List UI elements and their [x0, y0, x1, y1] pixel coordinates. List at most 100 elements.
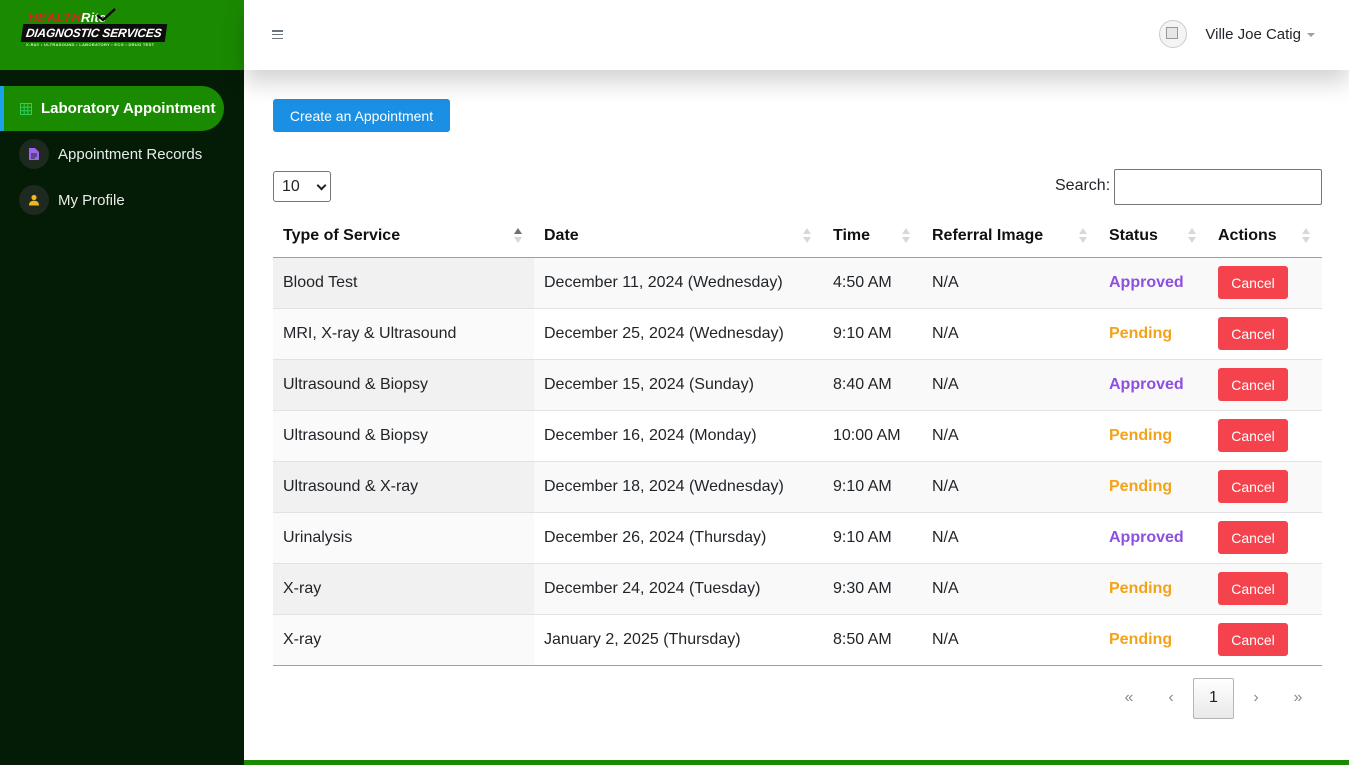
document-icon: [19, 139, 49, 169]
avatar[interactable]: [1159, 20, 1188, 48]
user-menu[interactable]: Ville Joe Catig: [1159, 20, 1315, 48]
cell-time: 10:00 AM: [823, 409, 922, 461]
hamburger-icon[interactable]: [272, 30, 283, 39]
pagination-first-button[interactable]: «: [1108, 677, 1150, 719]
cancel-button[interactable]: Cancel: [1218, 266, 1288, 299]
column-header-label: Status: [1109, 227, 1158, 245]
cancel-button[interactable]: Cancel: [1218, 572, 1288, 605]
sidebar-item-label: My Profile: [58, 191, 125, 209]
column-header-time[interactable]: Time: [823, 216, 922, 258]
cell-actions: Cancel: [1208, 613, 1322, 666]
cell-actions: Cancel: [1208, 562, 1322, 614]
cell-date: December 15, 2024 (Sunday): [534, 358, 823, 410]
sidebar-item-label: Laboratory Appointment: [41, 100, 216, 117]
cancel-button[interactable]: Cancel: [1218, 419, 1288, 452]
search-input[interactable]: [1114, 169, 1322, 205]
pagination-page-1[interactable]: 1: [1193, 677, 1234, 719]
appointments-table: Type of Service Date Time Referral Image…: [273, 216, 1322, 666]
cell-date: January 2, 2025 (Thursday): [534, 613, 823, 666]
user-icon: [19, 185, 49, 215]
cell-status: Pending: [1099, 409, 1208, 461]
table-row: Urinalysis December 26, 2024 (Thursday) …: [273, 511, 1322, 563]
user-name[interactable]: Ville Joe Catig: [1205, 26, 1301, 43]
column-header-label: Date: [544, 227, 579, 245]
table-icon: [18, 94, 34, 124]
cell-status: Approved: [1099, 257, 1208, 308]
cell-status: Pending: [1099, 307, 1208, 359]
brand-header: HEALTHRite DIAGNOSTIC SERVICES X-RAY • U…: [0, 0, 244, 70]
table-row: Ultrasound & Biopsy December 15, 2024 (S…: [273, 358, 1322, 410]
table-row: X-ray December 24, 2024 (Tuesday) 9:30 A…: [273, 562, 1322, 614]
sort-icon: [902, 228, 910, 244]
sidebar: HEALTHRite DIAGNOSTIC SERVICES X-RAY • U…: [0, 0, 244, 765]
cell-status: Approved: [1099, 358, 1208, 410]
table-row: X-ray January 2, 2025 (Thursday) 8:50 AM…: [273, 613, 1322, 666]
cell-referral-image: N/A: [922, 460, 1099, 512]
cell-status: Approved: [1099, 511, 1208, 563]
cell-time: 9:10 AM: [823, 460, 922, 512]
cell-service: Ultrasound & Biopsy: [273, 409, 534, 461]
create-appointment-button[interactable]: Create an Appointment: [273, 99, 450, 132]
sort-ascending-icon: [514, 228, 522, 244]
cell-actions: Cancel: [1208, 307, 1322, 359]
cell-service: Blood Test: [273, 257, 534, 308]
pagination: « ‹ 1 › »: [1108, 677, 1319, 719]
page-length-select[interactable]: 10: [273, 171, 331, 202]
cell-date: December 26, 2024 (Thursday): [534, 511, 823, 563]
cancel-button[interactable]: Cancel: [1218, 317, 1288, 350]
pagination-last-button[interactable]: »: [1277, 677, 1319, 719]
column-header-actions[interactable]: Actions: [1208, 216, 1322, 258]
footer-bar: [244, 760, 1349, 765]
cell-time: 9:10 AM: [823, 511, 922, 563]
cell-time: 4:50 AM: [823, 257, 922, 308]
cell-service: Ultrasound & Biopsy: [273, 358, 534, 410]
column-header-label: Referral Image: [932, 227, 1044, 245]
cancel-button[interactable]: Cancel: [1218, 368, 1288, 401]
sort-icon: [1302, 228, 1310, 244]
cell-actions: Cancel: [1208, 409, 1322, 461]
cell-actions: Cancel: [1208, 257, 1322, 308]
sidebar-item-appointment-records[interactable]: Appointment Records: [0, 131, 244, 177]
sort-icon: [803, 228, 811, 244]
cell-time: 9:30 AM: [823, 562, 922, 614]
sidebar-item-laboratory-appointment[interactable]: Laboratory Appointment: [0, 86, 224, 131]
pagination-next-button[interactable]: ›: [1235, 677, 1277, 719]
cell-actions: Cancel: [1208, 460, 1322, 512]
column-header-label: Type of Service: [283, 227, 401, 245]
cell-service: X-ray: [273, 562, 534, 614]
pagination-prev-button[interactable]: ‹: [1150, 677, 1192, 719]
table-row: Blood Test December 11, 2024 (Wednesday)…: [273, 257, 1322, 308]
column-header-status[interactable]: Status: [1099, 216, 1208, 258]
table-row: Ultrasound & Biopsy December 16, 2024 (M…: [273, 409, 1322, 461]
cell-status: Pending: [1099, 562, 1208, 614]
cell-status: Pending: [1099, 613, 1208, 666]
cancel-button[interactable]: Cancel: [1218, 623, 1288, 656]
column-header-label: Actions: [1218, 227, 1277, 245]
healthrite-logo[interactable]: HEALTHRite DIAGNOSTIC SERVICES X-RAY • U…: [20, 8, 167, 50]
sidebar-item-my-profile[interactable]: My Profile: [0, 177, 244, 223]
column-header-type-of-service[interactable]: Type of Service: [273, 216, 534, 258]
cell-service: MRI, X-ray & Ultrasound: [273, 307, 534, 359]
cell-date: December 16, 2024 (Monday): [534, 409, 823, 461]
chevron-down-icon: [316, 180, 327, 191]
cell-actions: Cancel: [1208, 358, 1322, 410]
column-header-date[interactable]: Date: [534, 216, 823, 258]
cell-referral-image: N/A: [922, 409, 1099, 461]
cancel-button[interactable]: Cancel: [1218, 521, 1288, 554]
logo-tagline: X-RAY • ULTRASOUND • LABORATORY • ECG • …: [26, 42, 155, 47]
cell-date: December 24, 2024 (Tuesday): [534, 562, 823, 614]
column-header-referral-image[interactable]: Referral Image: [922, 216, 1099, 258]
cell-actions: Cancel: [1208, 511, 1322, 563]
cell-referral-image: N/A: [922, 511, 1099, 563]
cell-referral-image: N/A: [922, 613, 1099, 666]
cell-referral-image: N/A: [922, 257, 1099, 308]
logo-subtitle: DIAGNOSTIC SERVICES: [20, 24, 167, 42]
cancel-button[interactable]: Cancel: [1218, 470, 1288, 503]
cell-date: December 18, 2024 (Wednesday): [534, 460, 823, 512]
cell-date: December 11, 2024 (Wednesday): [534, 257, 823, 308]
logo-check-icon: [96, 8, 116, 22]
chevron-down-icon[interactable]: [1307, 33, 1315, 37]
table-row: Ultrasound & X-ray December 18, 2024 (We…: [273, 460, 1322, 512]
cell-service: Ultrasound & X-ray: [273, 460, 534, 512]
cell-date: December 25, 2024 (Wednesday): [534, 307, 823, 359]
